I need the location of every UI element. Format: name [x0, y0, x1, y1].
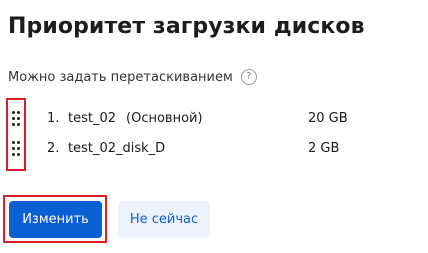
disk-size: 20 GB — [308, 111, 348, 126]
disk-index: 1. — [47, 111, 60, 126]
drag-hint-text: Можно задать перетаскиванием — [8, 69, 233, 85]
drag-handle-icon[interactable] — [12, 141, 20, 156]
disk-name: test_02 (Основной) — [68, 111, 203, 126]
drag-hint: Можно задать перетаскиванием ? — [8, 69, 257, 85]
disk-row[interactable]: 2. test_02_disk_D 2 GB — [47, 139, 367, 159]
drag-handles-highlight — [6, 98, 26, 171]
disk-index: 2. — [47, 141, 60, 156]
page-title: Приоритет загрузки дисков — [8, 14, 365, 39]
disk-name-text: test_02_disk_D — [68, 141, 166, 156]
drag-handle-icon[interactable] — [12, 111, 20, 126]
help-icon[interactable]: ? — [240, 69, 257, 85]
disk-name-text: test_02 — [68, 111, 117, 126]
disk-row[interactable]: 1. test_02 (Основной) 20 GB — [47, 109, 367, 129]
disk-name: test_02_disk_D — [68, 141, 165, 156]
disk-size: 2 GB — [308, 141, 340, 156]
not-now-button[interactable]: Не сейчас — [118, 201, 210, 238]
change-button[interactable]: Изменить — [9, 201, 102, 238]
disk-primary-note: (Основной) — [126, 111, 203, 126]
